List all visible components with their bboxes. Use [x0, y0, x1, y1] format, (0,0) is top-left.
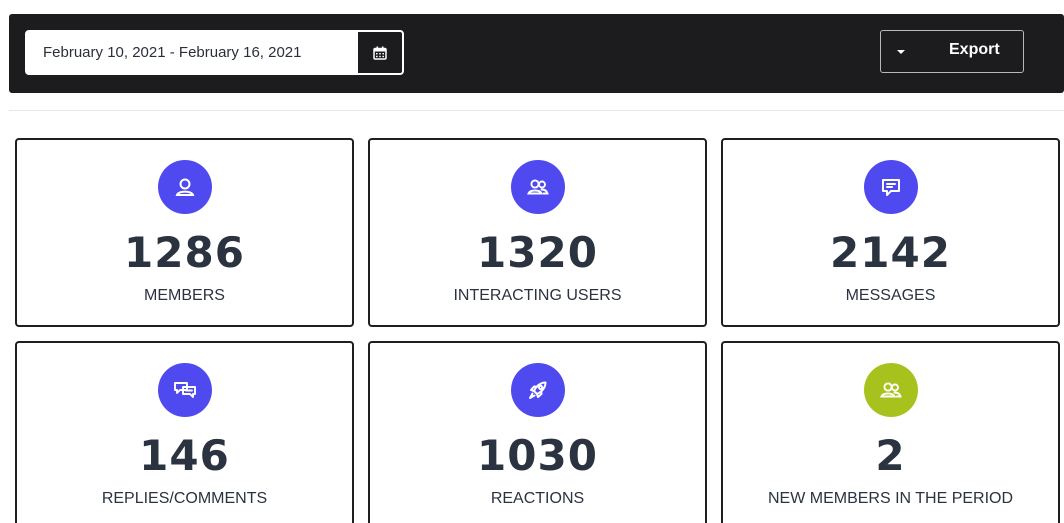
stat-value: 146	[139, 431, 230, 480]
stat-card-members: 1286 MEMBERS	[15, 138, 354, 327]
divider	[9, 110, 1064, 111]
stat-value: 2	[875, 431, 906, 480]
stat-card-reactions: 1030 REACTIONS	[368, 341, 707, 523]
users-icon	[510, 160, 565, 214]
export-button[interactable]: Export	[880, 30, 1024, 73]
stat-label: NEW MEMBERS IN THE PERIOD	[767, 490, 1014, 507]
stat-label: MEMBERS	[144, 287, 225, 304]
stat-value: 1320	[477, 228, 598, 277]
stat-label: REPLIES/COMMENTS	[101, 490, 268, 507]
stat-card-replies-comments: 146 REPLIES/COMMENTS	[15, 341, 354, 523]
toolbar: February 10, 2021 - February 16, 2021 Ex…	[9, 14, 1064, 93]
comments-icon	[157, 363, 212, 417]
stat-label: INTERACTING USERS	[453, 287, 622, 304]
rocket-icon	[510, 363, 565, 417]
stat-card-new-members: 2 NEW MEMBERS IN THE PERIOD	[721, 341, 1060, 523]
new-users-icon	[863, 363, 918, 417]
message-icon	[863, 160, 918, 214]
caret-down-icon	[897, 50, 905, 54]
date-range-picker[interactable]: February 10, 2021 - February 16, 2021	[25, 30, 404, 75]
stat-card-interacting-users: 1320 INTERACTING USERS	[368, 138, 707, 327]
stat-value: 1286	[124, 228, 245, 277]
stat-label: REACTIONS	[490, 490, 585, 507]
stat-label: MESSAGES	[845, 287, 936, 304]
stat-value: 1030	[477, 431, 598, 480]
stat-value: 2142	[830, 228, 951, 277]
export-label: Export	[949, 41, 1000, 58]
calendar-icon	[373, 46, 387, 60]
date-range-value: February 10, 2021 - February 16, 2021	[43, 44, 302, 61]
calendar-button[interactable]	[358, 32, 402, 73]
stat-card-messages: 2142 MESSAGES	[721, 138, 1060, 327]
user-icon	[157, 160, 212, 214]
